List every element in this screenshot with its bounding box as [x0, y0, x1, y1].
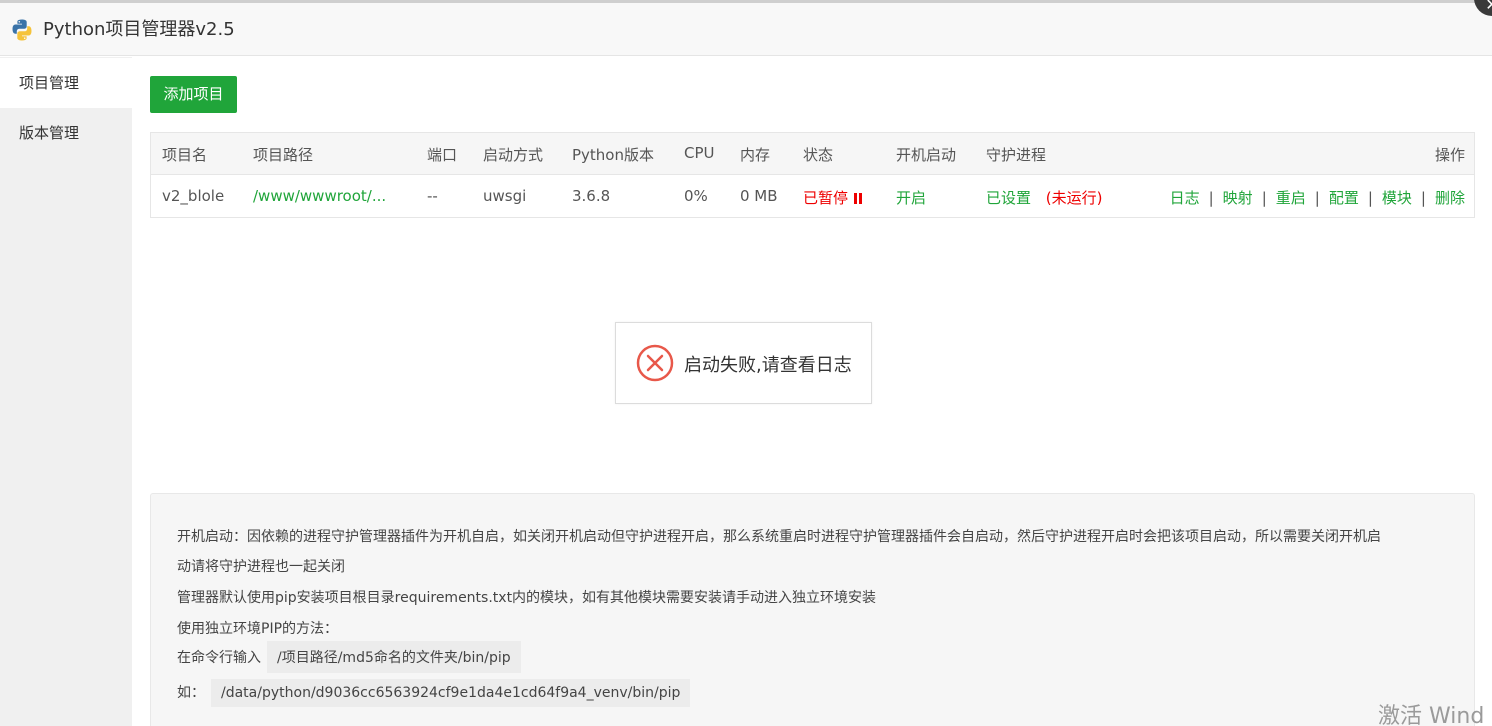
sidebar-item-versions[interactable]: 版本管理 [0, 108, 132, 158]
action-separator: | [1367, 189, 1373, 207]
project-port: -- [427, 187, 438, 205]
help-text-autostart-cont: 动请将守护进程也一起关闭 [177, 559, 345, 575]
action-log-link[interactable]: 日志 [1170, 189, 1200, 207]
help-text-example: 如： /data/python/d9036cc6563924cf9e1da4e1c… [177, 679, 691, 707]
table-header: 项目名 项目路径 端口 启动方式 Python版本 CPU 内存 状态 开机启动… [151, 133, 1474, 175]
column-header-daemon: 守护进程 [986, 146, 1047, 164]
daemon-note: (未运行) [1045, 189, 1103, 207]
action-separator: | [1261, 189, 1267, 207]
sidebar: 项目管理 版本管理 [0, 57, 132, 726]
project-table: 项目名 项目路径 端口 启动方式 Python版本 CPU 内存 状态 开机启动… [150, 132, 1475, 218]
help-text-pip: 管理器默认使用pip安装项目根目录requirements.txt内的模块，如有… [177, 590, 877, 606]
action-config-link[interactable]: 配置 [1329, 189, 1359, 207]
action-separator: | [1420, 189, 1426, 207]
autostart-toggle[interactable]: 开启 [896, 187, 926, 208]
sidebar-item-projects[interactable]: 项目管理 [0, 58, 132, 108]
daemon-label: 已设置 [986, 189, 1032, 207]
column-header-python-version: Python版本 [572, 146, 654, 164]
code-snippet: /data/python/d9036cc6563924cf9e1da4e1cd6… [211, 679, 691, 707]
column-header-start-mode: 启动方式 [483, 146, 544, 164]
python-logo-icon [12, 19, 32, 41]
action-modules-link[interactable]: 模块 [1382, 189, 1412, 207]
help-text-venv-method: 使用独立环境PIP的方法： [177, 621, 339, 637]
title-bar: Python项目管理器v2.5 [0, 3, 1492, 56]
project-python-version: 3.6.8 [572, 187, 611, 205]
table-row: v2_blole /www/wwwroot/... -- uwsgi 3.6.8… [151, 175, 1474, 217]
column-header-port: 端口 [427, 146, 458, 164]
column-header-status: 状态 [803, 146, 834, 164]
daemon-status[interactable]: 已设置 (未运行) [986, 187, 1103, 208]
help-text-autostart: 开机启动：因依赖的进程守护管理器插件为开机自启，如关闭开机启动但守护进程开启，那… [177, 529, 1381, 545]
error-circle-icon [636, 344, 674, 382]
help-command-label: 在命令行输入 [177, 650, 261, 666]
row-actions: 日志 | 映射 | 重启 | 配置 | 模块 | 删除 [1170, 187, 1465, 208]
status-toggle[interactable]: 已暂停 [803, 187, 864, 208]
add-project-button[interactable]: 添加项目 [150, 76, 237, 113]
action-delete-link[interactable]: 删除 [1435, 189, 1465, 207]
column-header-autostart: 开机启动 [896, 146, 957, 164]
action-restart-link[interactable]: 重启 [1276, 189, 1306, 207]
help-panel: 开机启动：因依赖的进程守护管理器插件为开机自启，如关闭开机启动但守护进程开启，那… [150, 493, 1475, 726]
window-title: Python项目管理器v2.5 [43, 19, 235, 40]
status-label: 已暂停 [803, 189, 849, 207]
project-manager-window: Python项目管理器v2.5 ✕ 项目管理 版本管理 添加项目 项目名 项目路… [0, 0, 1492, 726]
code-snippet: /项目路径/md5命名的文件夹/bin/pip [267, 641, 521, 673]
error-toast: 启动失败,请查看日志 [615, 322, 872, 404]
column-header-cpu: CPU [684, 144, 715, 162]
column-header-path: 项目路径 [253, 146, 314, 164]
column-header-name: 项目名 [162, 146, 208, 164]
activation-watermark: 激活 Wind [1378, 704, 1485, 726]
column-header-actions: 操作 [1434, 146, 1465, 164]
project-name: v2_blole [162, 187, 225, 205]
project-path-link[interactable]: /www/wwwroot/... [253, 187, 386, 205]
action-separator: | [1314, 189, 1320, 207]
help-text-command: 在命令行输入/项目路径/md5命名的文件夹/bin/pip [177, 641, 521, 673]
project-cpu: 0% [684, 187, 708, 205]
project-memory: 0 MB [740, 187, 778, 205]
column-header-memory: 内存 [740, 146, 771, 164]
action-mapping-link[interactable]: 映射 [1223, 189, 1253, 207]
toast-message: 启动失败,请查看日志 [684, 355, 852, 376]
pause-icon [854, 190, 864, 208]
action-separator: | [1208, 189, 1214, 207]
help-example-label: 如： [177, 685, 205, 701]
project-start-mode: uwsgi [483, 187, 527, 205]
